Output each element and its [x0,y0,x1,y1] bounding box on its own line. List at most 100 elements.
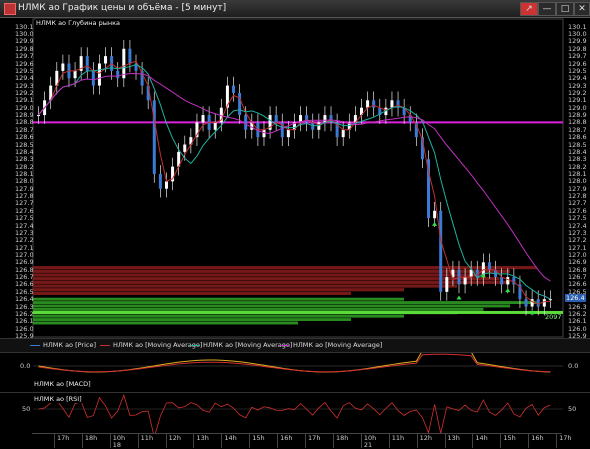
time-tick-mark [249,434,251,448]
time-tick-label: 18h [84,434,98,442]
depth-bid-bar [33,297,404,301]
time-tick-label: 17h [57,434,70,442]
candle-body [201,115,205,123]
rsi-panel[interactable]: НЛМК ао [RSI] 50 50 [0,392,590,433]
candle-body [506,277,510,285]
candle-body [61,63,65,71]
candle-body [433,210,437,219]
candle-body [487,262,491,270]
time-tick-label: 11h [391,434,405,442]
candle-body [286,129,290,138]
macd-right-tick: 0.0 [568,362,579,370]
candle-body [116,70,120,79]
candle-body [213,122,217,130]
time-tick-label: 12h [168,434,181,442]
time-tick-mark [472,434,474,448]
depth-bid-bar [33,304,510,308]
candle-body [128,48,132,64]
candle-body [366,100,370,108]
legend-item-ma1: НЛМК ао [Moving Average] [100,341,202,349]
time-tick-label: 14h [475,434,488,442]
time-tick-mark [137,434,139,448]
depth-ask-bar [33,291,351,295]
legend-swatch [280,344,290,346]
candle-body [158,173,162,189]
candle-body [317,122,321,130]
time-tick-label: 12h [419,434,433,442]
macd-panel[interactable]: НЛМК ао [MACD] 0.0 0.0 [0,352,590,391]
time-tick-mark [416,434,418,448]
time-tick-label: 15h [252,434,265,442]
time-tick-mark [388,434,390,448]
candle-body [500,277,504,285]
time-tick-label: 16h [280,434,293,442]
depth-bid-bar [33,301,537,305]
candle-body [390,100,394,108]
candle-body [244,115,248,130]
time-tick-mark [500,434,502,448]
time-tick-mark [305,434,307,448]
time-tick-mark [360,434,362,448]
time-tick-label: 13h [196,434,209,442]
price-panel[interactable]: НЛМК ао Глубина рынка 130.1 130.0 129.9 129… [0,18,590,340]
signal-marker [505,288,511,293]
close-button[interactable]: ✕ [574,2,590,16]
candle-body [524,299,528,307]
legend-item-price: НЛМК ао [Price] [30,341,96,349]
time-tick-mark [109,434,111,448]
candle-body [372,100,376,108]
minimize-button[interactable]: — [538,2,556,16]
candle-body [323,115,327,123]
time-tick-mark [556,434,558,448]
depth-ask-bar [33,277,500,281]
candle-body [73,70,77,79]
rsi-left-tick: 50 [22,405,31,413]
time-tick-label: 15h [503,434,516,442]
signal-marker [456,295,462,300]
time-tick-mark [332,434,334,448]
time-tick-mark [193,434,195,448]
window-title: НЛМК ао График цены и объёма - [5 минут] [18,3,227,13]
ma-long-line [38,72,551,282]
maximize-button[interactable]: □ [556,2,574,16]
depth-bid-bar [33,307,484,311]
macd-left-tick: 0.0 [20,362,31,370]
pin-button[interactable]: ↗ [520,2,538,16]
legend-swatch [100,344,110,346]
time-tick-label: 14h [224,434,237,442]
candle-body [445,277,449,292]
signal-marker [432,221,438,226]
price-chart[interactable] [0,18,590,338]
candle-body [548,299,552,301]
time-tick-label: 13h [447,434,460,442]
time-tick-mark [81,434,83,448]
depth-ask-bar [33,288,404,292]
window-titlebar: НЛМК ао График цены и объёма - [5 минут]… [0,0,590,18]
legend-bar: НЛМК ао [Price] НЛМК ао [Moving Average]… [0,338,590,353]
candle-body [104,56,108,64]
candle-body [85,56,89,71]
candle-body [37,115,40,117]
candle-body [274,115,278,123]
depth-ask-bar [33,266,537,270]
legend-swatch [190,344,200,346]
time-tick-label: 16h [531,434,544,442]
rsi-chart[interactable] [0,393,590,433]
candle-body [542,299,546,307]
rsi-line [38,393,551,433]
candle-body [238,92,242,116]
right-price-axis: 130.1 130.0 129.9 129.8 129.7 129.6 129.5 129.4… [566,18,590,340]
rsi-caption: НЛМК ао [RSI] [34,395,82,403]
time-tick-label: 11h [140,434,154,442]
depth-ask-bar [33,273,484,277]
last-price-label: 126.4 [565,294,586,302]
depth-ask-bar [33,284,457,288]
legend-swatch [30,344,40,346]
candle-body [262,129,266,138]
depth-ask-bar [33,280,510,284]
candle-body [439,210,443,292]
candle-body [536,299,540,307]
time-tick-mark [165,434,167,448]
candle-body [183,144,187,152]
legend-item-ma3: НЛМК ао [Moving Average] [280,341,382,349]
